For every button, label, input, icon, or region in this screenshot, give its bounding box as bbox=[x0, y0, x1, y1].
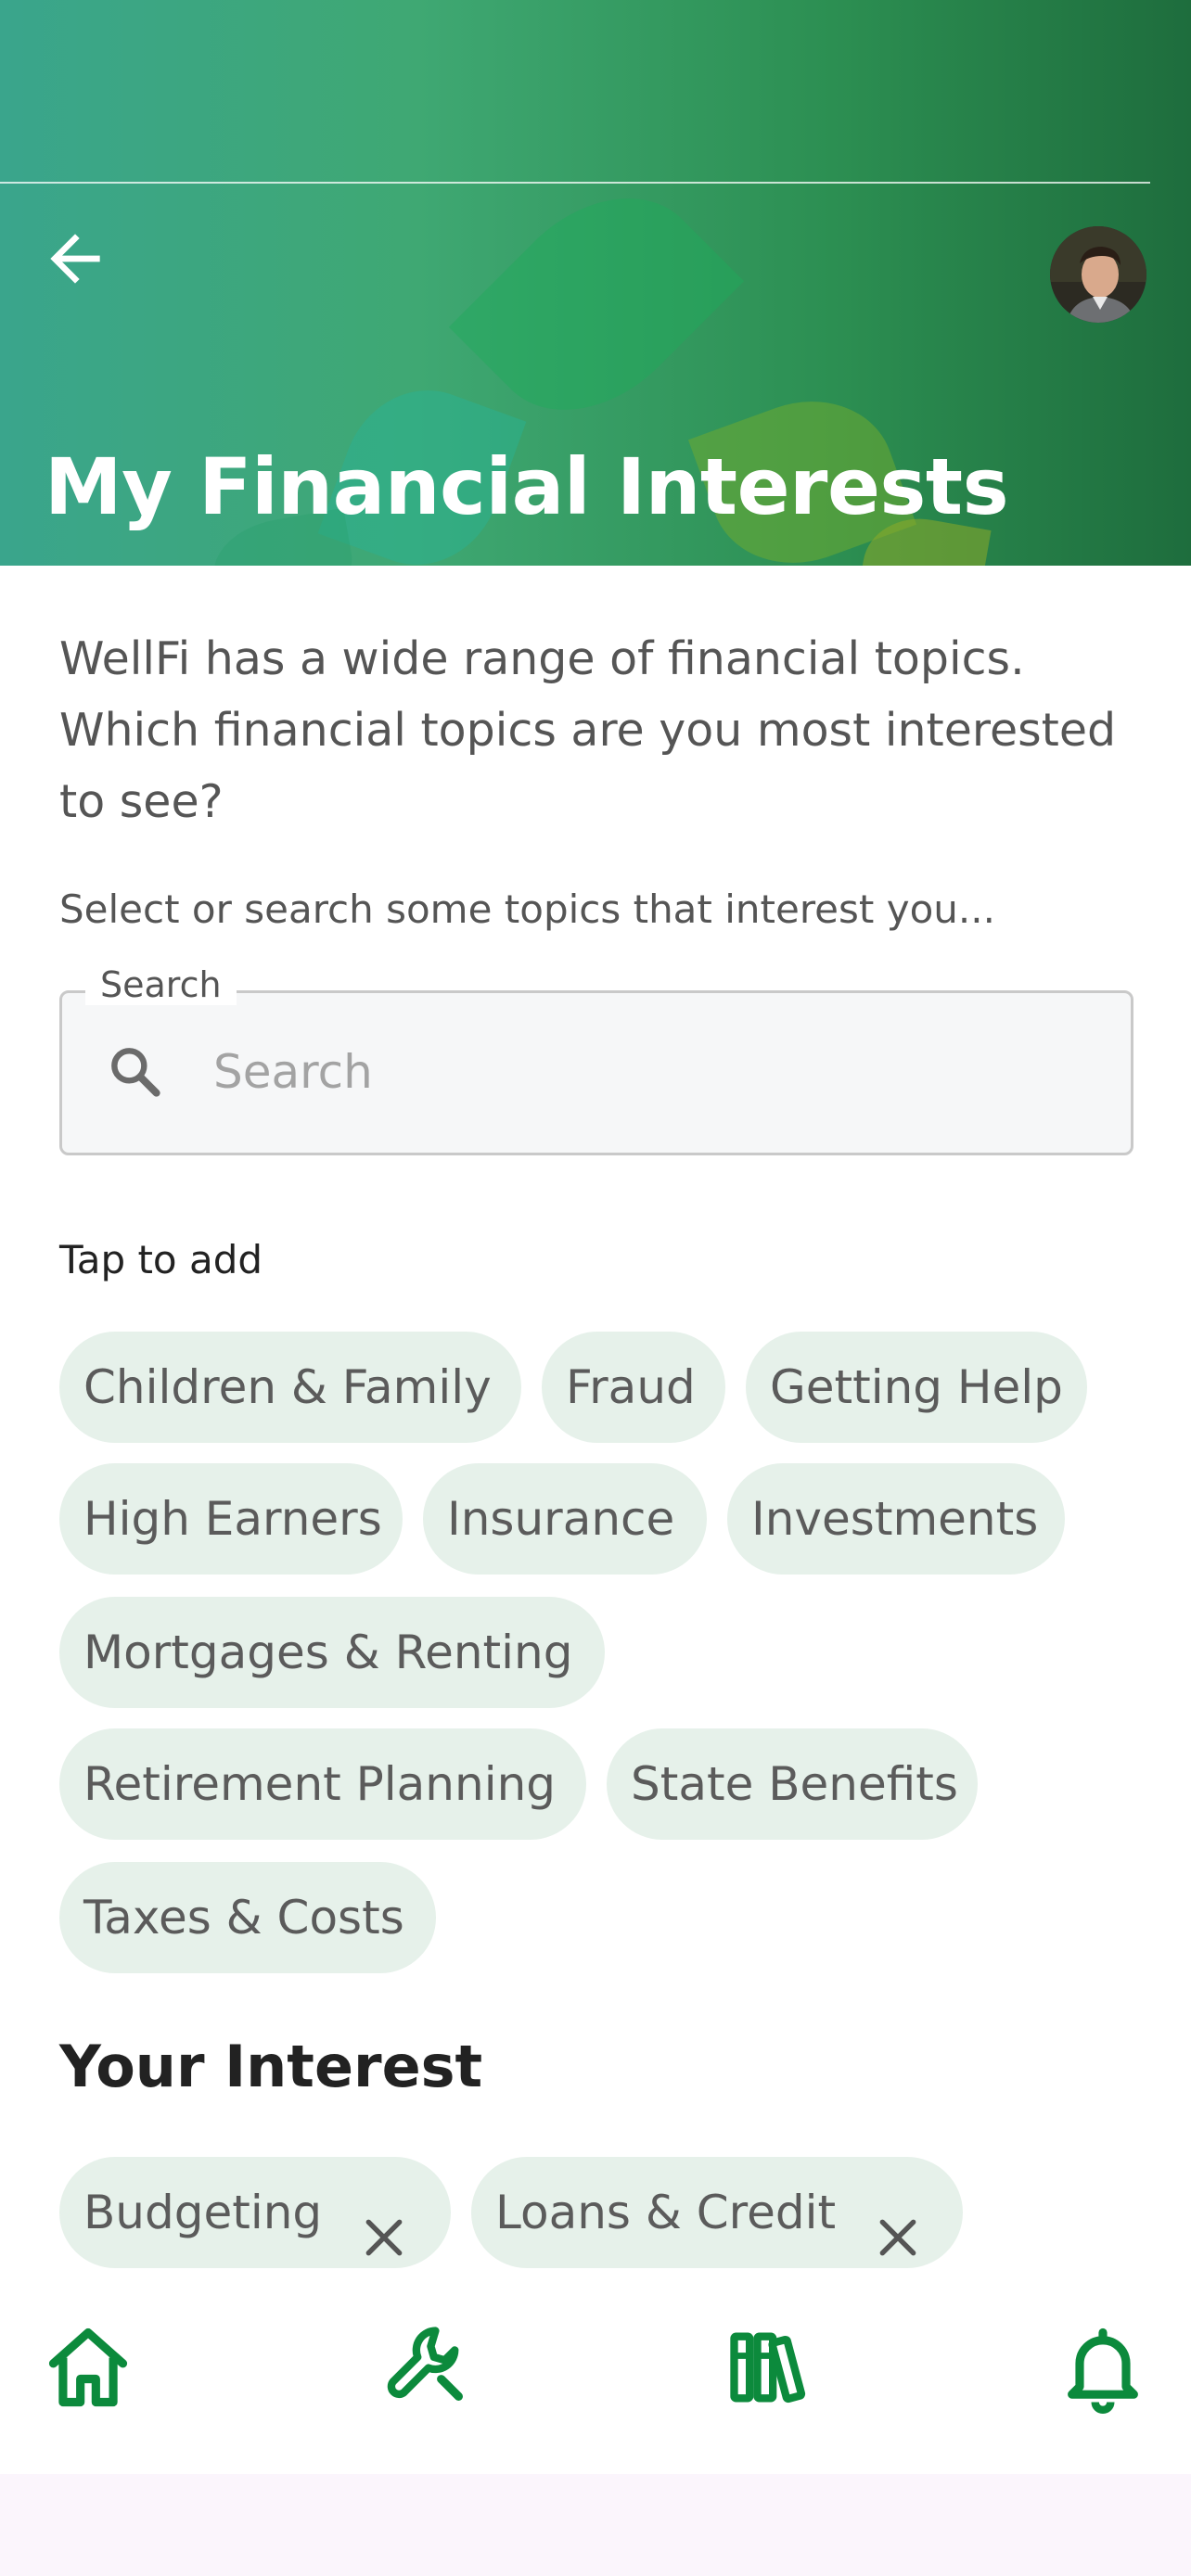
bottom-nav bbox=[0, 2285, 1191, 2470]
topic-chip-children-family[interactable]: Children & Family bbox=[59, 1332, 521, 1443]
chip-label: Children & Family bbox=[83, 1360, 492, 1414]
home-icon bbox=[48, 2327, 128, 2407]
close-icon bbox=[879, 2219, 916, 2256]
chip-label: Fraud bbox=[566, 1360, 696, 1414]
selected-chip-loans-credit: Loans & Credit bbox=[471, 2157, 963, 2268]
nav-library-button[interactable] bbox=[718, 2316, 820, 2418]
your-interest-heading: Your Interest bbox=[59, 2033, 483, 2100]
arrow-left-icon bbox=[50, 234, 100, 284]
nav-home-button[interactable] bbox=[37, 2316, 139, 2418]
search-legend: Search bbox=[85, 964, 237, 1005]
library-icon bbox=[730, 2332, 806, 2404]
topic-chip-fraud[interactable]: Fraud bbox=[542, 1332, 725, 1443]
wrench-icon bbox=[387, 2327, 463, 2401]
leaf-decoration bbox=[448, 156, 745, 453]
chip-label: High Earners bbox=[83, 1492, 382, 1546]
page-title: My Financial Interests bbox=[45, 441, 1009, 532]
selected-chip-budgeting: Budgeting bbox=[59, 2157, 451, 2268]
chip-label: Taxes & Costs bbox=[83, 1891, 404, 1945]
chip-label: Loans & Credit bbox=[495, 2186, 837, 2239]
close-icon bbox=[365, 2219, 403, 2256]
back-button[interactable] bbox=[33, 217, 117, 300]
chip-label: Retirement Planning bbox=[83, 1757, 557, 1811]
chip-label: Getting Help bbox=[770, 1360, 1063, 1414]
topic-chip-state-benefits[interactable]: State Benefits bbox=[607, 1728, 978, 1840]
topic-chip-mortgages-renting[interactable]: Mortgages & Renting bbox=[59, 1597, 605, 1708]
intro-text: WellFi has a wide range of financial top… bbox=[59, 632, 1117, 828]
avatar[interactable] bbox=[1050, 226, 1146, 323]
topic-chip-high-earners[interactable]: High Earners bbox=[59, 1463, 403, 1575]
topic-chip-insurance[interactable]: Insurance bbox=[423, 1463, 707, 1575]
bell-icon bbox=[1068, 2327, 1138, 2414]
chip-label: State Benefits bbox=[631, 1757, 958, 1811]
search-icon bbox=[111, 1048, 160, 1097]
nav-tools-button[interactable] bbox=[375, 2313, 477, 2415]
remove-loans-credit-button[interactable] bbox=[875, 2189, 921, 2256]
chip-label: Investments bbox=[751, 1492, 1039, 1546]
topic-chip-getting-help[interactable]: Getting Help bbox=[746, 1332, 1087, 1443]
topic-chip-investments[interactable]: Investments bbox=[727, 1463, 1065, 1575]
tap-to-add-label: Tap to add bbox=[59, 1237, 263, 1282]
header-divider bbox=[0, 182, 1150, 184]
topic-chip-taxes-costs[interactable]: Taxes & Costs bbox=[59, 1862, 436, 1973]
user-avatar-photo bbox=[1050, 226, 1146, 323]
topic-chip-retirement-planning[interactable]: Retirement Planning bbox=[59, 1728, 586, 1840]
search-input[interactable] bbox=[213, 1031, 1104, 1113]
chip-label: Mortgages & Renting bbox=[83, 1626, 573, 1679]
chip-label: Insurance bbox=[447, 1492, 675, 1546]
header-banner: My Financial Interests bbox=[0, 0, 1191, 566]
system-bottom-area bbox=[0, 2474, 1191, 2576]
chip-label: Budgeting bbox=[83, 2186, 323, 2239]
remove-budgeting-button[interactable] bbox=[361, 2189, 407, 2256]
nav-notifications-button[interactable] bbox=[1052, 2316, 1154, 2418]
search-prompt: Select or search some topics that intere… bbox=[59, 886, 995, 932]
